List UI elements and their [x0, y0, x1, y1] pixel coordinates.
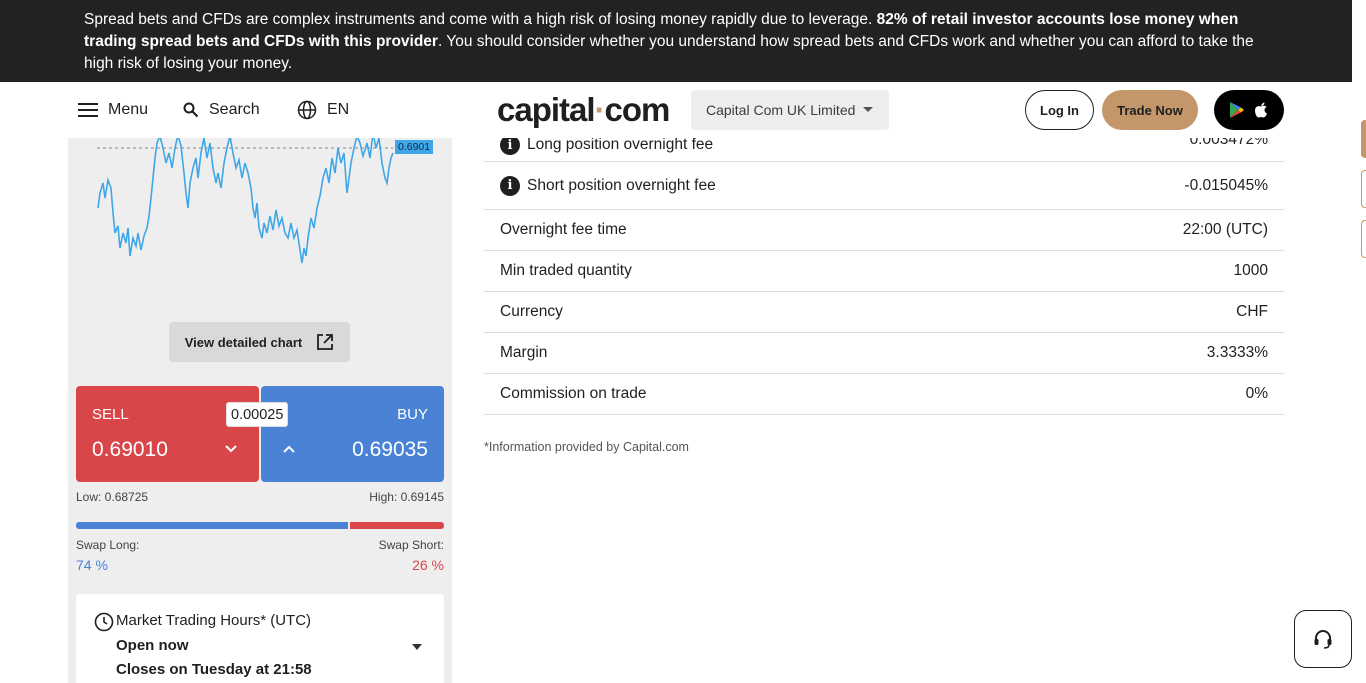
info-icon[interactable]: i [500, 138, 520, 155]
app-download-button[interactable] [1214, 90, 1284, 130]
language-selector[interactable]: EN [297, 82, 349, 138]
row-label: Commission on trade [500, 385, 647, 402]
day-high: High: 0.69145 [369, 490, 444, 504]
swap-long-label: Swap Long: [76, 538, 140, 552]
row-value: 0.003472% [1189, 138, 1268, 148]
clock-icon [94, 612, 114, 632]
row-value: 22:00 (UTC) [1182, 221, 1268, 238]
apple-icon [1255, 102, 1267, 118]
trade-now-button[interactable]: Trade Now [1102, 90, 1198, 130]
risk-warning-text: Spread bets and CFDs are complex instrum… [84, 11, 877, 28]
buy-button[interactable]: BUY 0.69035 [261, 386, 444, 482]
view-detailed-chart-button[interactable]: View detailed chart [169, 322, 350, 362]
chevron-down-icon [863, 107, 873, 112]
row-value: CHF [1236, 303, 1268, 320]
entity-dropdown[interactable]: Capital Com UK Limited [691, 90, 889, 130]
sell-button[interactable]: SELL 0.69010 [76, 386, 259, 482]
sentiment-short-fill [350, 522, 444, 529]
row-label: Currency [500, 303, 563, 320]
instrument-details-table: i Long position overnight fee 0.003472% i… [484, 138, 1284, 415]
language-label: EN [327, 101, 350, 118]
row-value: 1000 [1233, 262, 1268, 279]
current-price-tag: 0.6901 [395, 140, 434, 154]
row-label: Min traded quantity [500, 262, 632, 279]
row-label: i Short position overnight fee [500, 175, 1184, 196]
info-icon[interactable]: i [500, 175, 520, 196]
market-status: Open now [116, 637, 189, 654]
price-chart[interactable] [68, 138, 452, 318]
sentiment-long-fill [76, 522, 348, 529]
swap-long-value: 74 % [76, 557, 108, 573]
row-value: -0.015045% [1184, 176, 1268, 194]
buy-label: BUY [397, 406, 428, 423]
trading-hours-title: Market Trading Hours* (UTC) [116, 612, 312, 629]
risk-warning-banner: Spread bets and CFDs are complex instrum… [0, 0, 1352, 82]
side-tab[interactable] [1361, 120, 1366, 158]
information-footnote: *Information provided by Capital.com [484, 440, 689, 454]
sell-label: SELL [92, 406, 129, 423]
logo-text-left: capital [497, 91, 596, 128]
table-row: i Short position overnight fee -0.015045% [484, 162, 1284, 210]
sell-price: 0.69010 [92, 438, 168, 461]
table-row: Overnight fee time 22:00 (UTC) [484, 210, 1284, 251]
price-line [97, 138, 394, 264]
entity-selected: Capital Com UK Limited [706, 102, 856, 118]
side-tab[interactable] [1361, 220, 1366, 258]
day-low: Low: 0.68725 [76, 490, 149, 504]
logo-text-right: com [604, 91, 671, 128]
side-tab[interactable] [1361, 170, 1366, 208]
trading-hours-card[interactable]: Market Trading Hours* (UTC) Open now Clo… [76, 594, 444, 683]
scrollbar[interactable] [1352, 0, 1366, 683]
headset-icon [1314, 630, 1332, 649]
google-play-icon [1230, 102, 1244, 118]
market-close-time: Closes on Tuesday at 21:58 [116, 661, 312, 678]
menu-label: Menu [108, 101, 149, 118]
login-button[interactable]: Log In [1025, 90, 1094, 130]
table-row: Commission on trade 0% [484, 374, 1284, 415]
row-label: Margin [500, 344, 548, 361]
instrument-panel: 0.6901 View detailed chart SELL 0.69010 … [68, 138, 452, 683]
spread-badge: 0.00025 [226, 402, 289, 427]
view-chart-label: View detailed chart [184, 334, 303, 350]
search-icon [183, 102, 199, 118]
swap-short-label: Swap Short: [378, 538, 444, 552]
table-row: Min traded quantity 1000 [484, 251, 1284, 292]
row-value: 3.3333% [1206, 344, 1268, 361]
chevron-up-icon [283, 445, 295, 453]
table-row: i Long position overnight fee 0.003472% [484, 138, 1284, 162]
capital-com-logo[interactable]: capital · com [497, 90, 671, 130]
buy-price: 0.69035 [352, 438, 428, 461]
swap-short-value: 26 % [412, 557, 444, 573]
row-label: i Long position overnight fee [500, 138, 1190, 155]
row-label: Overnight fee time [500, 221, 627, 238]
globe-icon [297, 100, 317, 120]
hamburger-icon [78, 103, 98, 117]
table-row: Margin 3.3333% [484, 333, 1284, 374]
table-row: Currency CHF [484, 292, 1284, 333]
logo-dot: · [594, 91, 606, 128]
sentiment-bar [76, 522, 444, 529]
chevron-down-icon [225, 445, 237, 453]
expand-icon [317, 334, 334, 350]
search-button[interactable]: Search [183, 82, 260, 138]
chevron-down-icon[interactable] [412, 644, 422, 650]
search-label: Search [209, 101, 260, 118]
row-value: 0% [1245, 385, 1268, 402]
menu-button[interactable]: Menu [78, 82, 148, 138]
site-header: Menu Search EN capital · com Capital Com U… [0, 82, 1352, 138]
support-chat-button[interactable] [1294, 610, 1352, 668]
